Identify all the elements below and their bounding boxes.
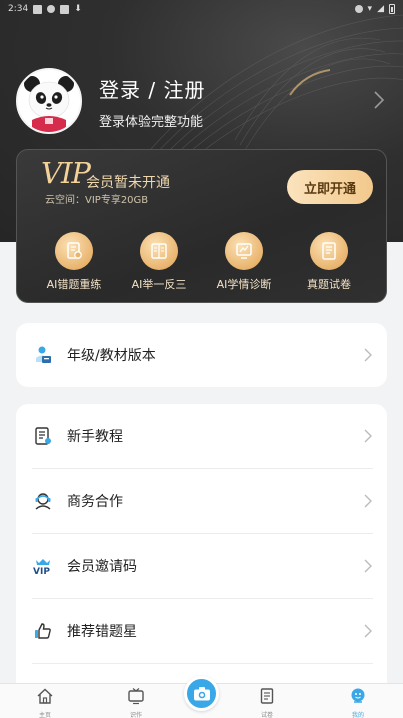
camera-button[interactable]	[184, 676, 219, 711]
vip-logo: VIP	[41, 156, 91, 190]
menu-card: 新手教程 商务合作 VIP 会员邀请码 推荐错题星	[16, 404, 387, 694]
menu-label: 会员邀请码	[67, 559, 137, 575]
diagnosis-icon	[225, 232, 263, 270]
download-icon: ⬇	[74, 4, 82, 14]
thumbs-up-icon	[32, 620, 54, 642]
camera-icon	[193, 686, 210, 700]
nav-label: 识作	[129, 712, 142, 718]
nav-recognize[interactable]: 识作	[116, 687, 156, 718]
wifi-icon: ▾	[367, 4, 373, 14]
nav-papers[interactable]: 试卷	[247, 687, 287, 718]
retry-doc-icon	[55, 232, 93, 270]
feature-label: AI举一反三	[131, 278, 187, 291]
feature-label: 真题试卷	[307, 278, 351, 291]
vip-cloud-space: 云空间：VIP专享20GB	[45, 195, 149, 206]
signal-icon: ◢	[377, 4, 384, 14]
tutorial-icon	[32, 425, 54, 447]
grade-version-label: 年级/教材版本	[67, 348, 156, 364]
sync-icon	[47, 5, 56, 13]
cooperation-icon	[32, 490, 54, 512]
student-icon	[32, 344, 54, 366]
exam-paper-icon	[310, 232, 348, 270]
battery-icon	[389, 4, 395, 14]
vip-card: VIP 会员暂未开通 云空间：VIP专享20GB 立即开通 AI错题重练 AI举…	[16, 149, 387, 303]
tv-icon	[128, 688, 144, 705]
status-time: 2:34	[8, 4, 29, 14]
home-icon	[37, 688, 53, 704]
chevron-right-icon	[364, 348, 372, 362]
chevron-right-icon	[364, 559, 372, 573]
vip-status: 会员暂未开通	[86, 175, 170, 191]
menu-item-recommend[interactable]: 推荐错题星	[32, 599, 373, 663]
login-subtitle: 登录体验完整功能	[99, 115, 204, 130]
svg-text:VIP: VIP	[33, 567, 50, 576]
feature-label: AI学情诊断	[216, 278, 272, 291]
open-vip-button[interactable]: 立即开通	[287, 170, 373, 204]
nav-label: 试卷	[260, 712, 273, 718]
grade-version-card: 年级/教材版本	[16, 323, 387, 387]
menu-item-tutorial[interactable]: 新手教程	[32, 404, 373, 468]
feature-ai-extend[interactable]: AI举一反三	[117, 232, 201, 292]
vip-badge-icon: VIP	[32, 555, 54, 577]
feature-label: AI错题重练	[46, 278, 102, 291]
menu-label: 新手教程	[67, 429, 123, 445]
dnd-icon	[354, 5, 363, 13]
paper-icon	[260, 688, 274, 704]
notification-icon	[33, 4, 43, 14]
nav-profile[interactable]: 我的	[338, 687, 378, 718]
profile-icon	[351, 688, 365, 703]
avatar[interactable]	[16, 68, 82, 134]
panda-avatar-icon	[18, 70, 80, 132]
vip-features: AI错题重练 AI举一反三 AI学情诊断 真题试卷	[17, 232, 386, 294]
menu-label: 商务合作	[67, 494, 123, 510]
app-icon	[60, 4, 70, 14]
feature-ai-diagnosis[interactable]: AI学情诊断	[202, 232, 286, 292]
menu-label: 推荐错题星	[67, 624, 137, 640]
chevron-right-icon	[364, 624, 372, 638]
login-title[interactable]: 登录 / 注册	[99, 74, 205, 103]
feature-ai-retry[interactable]: AI错题重练	[32, 232, 116, 292]
divider	[32, 663, 373, 664]
feature-exam-papers[interactable]: 真题试卷	[287, 232, 371, 292]
chevron-right-icon	[364, 429, 372, 443]
nav-label: 我的	[351, 712, 364, 718]
nav-home[interactable]: 主页	[25, 687, 65, 718]
chevron-right-icon	[364, 494, 372, 508]
grade-version-item[interactable]: 年级/教材版本	[32, 323, 373, 387]
status-bar: 2:34 ⬇ ▾ ◢	[0, 0, 403, 18]
menu-item-cooperation[interactable]: 商务合作	[32, 469, 373, 533]
book-icon	[140, 232, 178, 270]
menu-item-invite-code[interactable]: VIP 会员邀请码	[32, 534, 373, 598]
nav-label: 主页	[38, 712, 51, 718]
chevron-right-icon[interactable]	[372, 90, 386, 110]
